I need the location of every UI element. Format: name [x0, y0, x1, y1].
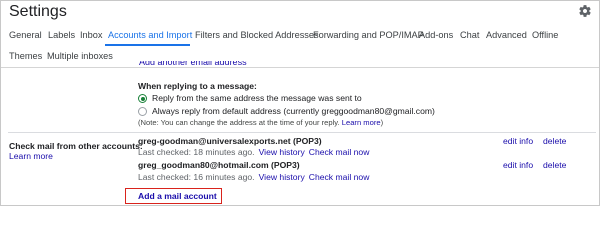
edit-info-link[interactable]: edit info [503, 136, 533, 146]
tab-add-ons[interactable]: Add-ons [419, 30, 453, 40]
account-last-checked: Last checked: 18 minutes ago. [138, 147, 255, 157]
settings-tabs: General Labels Inbox Accounts and Import… [1, 27, 599, 67]
check-mail-now-link[interactable]: Check mail now [309, 147, 370, 157]
tab-themes[interactable]: Themes [9, 51, 42, 61]
account-name: greg_goodman80@hotmail.com (POP3) [138, 160, 300, 170]
tab-accounts-and-import[interactable]: Accounts and Import [108, 30, 192, 40]
reply-note: (Note: You can change the address at the… [138, 118, 383, 127]
page-title: Settings [9, 3, 67, 20]
view-history-link[interactable]: View history [259, 172, 305, 182]
gear-icon[interactable] [578, 4, 592, 18]
delete-account-link[interactable]: delete [543, 136, 566, 146]
edit-info-link[interactable]: edit info [503, 160, 533, 170]
reply-same-address-label: Reply from the same address the message … [152, 93, 362, 103]
add-mail-account-link[interactable]: Add a mail account [138, 191, 217, 201]
active-tab-indicator [105, 44, 190, 46]
tab-filters-and-blocked-addresses[interactable]: Filters and Blocked Addresses [195, 30, 319, 40]
reply-section-title: When replying to a message: [138, 81, 257, 91]
tab-general[interactable]: General [9, 30, 42, 40]
account-last-checked: Last checked: 16 minutes ago. [138, 172, 255, 182]
tab-advanced[interactable]: Advanced [486, 30, 527, 40]
account-status: Last checked: 18 minutes ago. View histor… [138, 147, 369, 157]
delete-account-link[interactable]: delete [543, 160, 566, 170]
tabs-divider [1, 67, 599, 68]
radio-selected-icon[interactable] [138, 94, 147, 103]
settings-window: Settings General Labels Inbox Accounts a… [0, 0, 600, 206]
reply-note-text: (Note: You can change the address at the… [138, 118, 340, 127]
tab-offline[interactable]: Offline [532, 30, 558, 40]
reply-default-address-label: Always reply from default address (curre… [152, 106, 435, 116]
reply-note-close: ) [380, 118, 384, 127]
settings-header: Settings [1, 1, 599, 23]
account-name: greg-goodman@universalexports.net (POP3) [138, 136, 322, 146]
tab-forwarding-and-pop-imap[interactable]: Forwarding and POP/IMAP [313, 30, 424, 40]
radio-unselected-icon[interactable] [138, 107, 147, 116]
tab-labels[interactable]: Labels [48, 30, 75, 40]
check-mail-learn-more-link[interactable]: Learn more [9, 151, 53, 161]
tab-chat[interactable]: Chat [460, 30, 479, 40]
tab-inbox[interactable]: Inbox [80, 30, 102, 40]
view-history-link[interactable]: View history [259, 147, 305, 157]
section-divider [8, 132, 596, 133]
check-mail-label: Check mail from other accounts: [9, 141, 143, 151]
tab-multiple-inboxes[interactable]: Multiple inboxes [47, 51, 113, 61]
check-mail-now-link[interactable]: Check mail now [309, 172, 370, 182]
account-status: Last checked: 16 minutes ago. View histor… [138, 172, 369, 182]
reply-note-learn-more-link[interactable]: Learn more [342, 118, 381, 127]
